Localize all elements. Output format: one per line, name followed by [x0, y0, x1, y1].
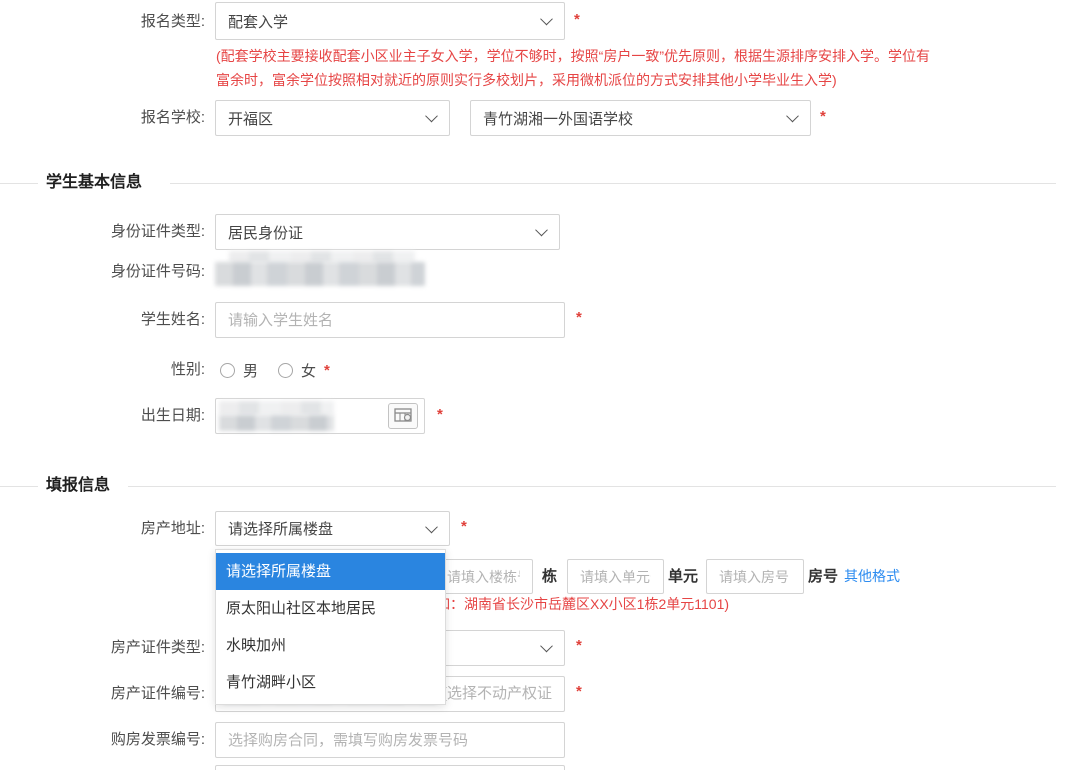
property-address-select[interactable]: 请选择所属楼盘	[215, 511, 450, 546]
reg-school-required-mark: *	[820, 108, 826, 125]
birth-date-input[interactable]	[215, 398, 425, 434]
property-address-dropdown: 请选择所属楼盘 原太阳山社区本地居民 水映加州 青竹湖畔小区	[215, 549, 446, 705]
cert-no-placeholder-fragment: (选择不动产权证	[442, 677, 552, 711]
gender-female-radio[interactable]	[278, 363, 293, 378]
student-name-label: 学生姓名:	[0, 302, 205, 338]
reg-type-note-line1: (配套学校主要接收配套小区业主子女入学，学位不够时，按照“房户一致”优先原则，根…	[216, 44, 930, 68]
chevron-down-icon	[425, 520, 438, 533]
property-address-value: 请选择所属楼盘	[228, 518, 333, 539]
cert-type-required-mark: *	[576, 637, 582, 654]
section-line-left	[0, 183, 38, 184]
reg-type-note-line2: 富余时，富余学位按照相对就近的原则实行多校划片，采用微机派位的方式安排其他小学毕…	[216, 68, 837, 92]
id-type-value: 居民身份证	[228, 222, 303, 243]
cert-type-label: 房产证件类型:	[0, 630, 205, 666]
cert-no-label: 房产证件编号:	[0, 676, 205, 712]
building-unit-label: 栋	[542, 559, 557, 594]
id-type-select[interactable]: 居民身份证	[215, 214, 560, 250]
birth-date-masked-value	[219, 401, 334, 415]
birth-date-required-mark: *	[437, 406, 443, 423]
chevron-down-icon	[535, 224, 548, 237]
id-number-label: 身份证件号码:	[0, 254, 205, 290]
dropdown-option-qingzhuhupan[interactable]: 青竹湖畔小区	[216, 664, 445, 701]
chevron-down-icon	[540, 640, 553, 653]
address-example-hint: 如：湖南省长沙市岳麓区XX小区1栋2单元1101)	[436, 595, 729, 613]
gender-male-option-label: 男	[243, 360, 258, 381]
reg-school-district-value: 开福区	[228, 108, 273, 129]
section-title-fill-info: 填报信息	[46, 473, 110, 499]
room-number-input[interactable]	[706, 559, 804, 594]
reg-type-select[interactable]: 配套入学	[215, 2, 565, 40]
reg-school-school-value: 青竹湖湘一外国语学校	[483, 108, 633, 129]
invoice-input[interactable]	[215, 722, 565, 758]
reg-type-required-mark: *	[574, 11, 580, 28]
gender-label: 性别:	[0, 352, 205, 388]
id-number-masked-value	[215, 262, 425, 286]
invoice-label: 购房发票编号:	[0, 722, 205, 758]
section-line-left	[0, 486, 38, 487]
unit-label: 单元	[668, 559, 698, 594]
reg-type-value: 配套入学	[228, 11, 288, 32]
gender-radio-group: 男 女 *	[220, 352, 330, 388]
chevron-down-icon	[540, 13, 553, 26]
section-line-right	[170, 183, 1056, 184]
chevron-down-icon	[425, 110, 438, 123]
student-name-input[interactable]	[215, 302, 565, 338]
next-field-partial[interactable]	[215, 765, 565, 770]
id-type-label: 身份证件类型:	[0, 214, 205, 250]
dropdown-option-shuiyingjiazhou[interactable]: 水映加州	[216, 627, 445, 664]
enrollment-form-page: 报名类型: 配套入学 * (配套学校主要接收配套小区业主子女入学，学位不够时，按…	[0, 0, 1080, 770]
gender-required-mark: *	[324, 362, 330, 379]
cert-no-required-mark: *	[576, 683, 582, 700]
room-label: 房号	[808, 559, 838, 594]
student-name-required-mark: *	[576, 309, 582, 326]
dropdown-option-placeholder[interactable]: 请选择所属楼盘	[216, 553, 445, 590]
chevron-down-icon	[786, 110, 799, 123]
gender-female-option-label: 女	[301, 360, 316, 381]
reg-school-district-select[interactable]: 开福区	[215, 100, 450, 136]
section-title-student-info: 学生基本信息	[46, 170, 142, 196]
reg-school-school-select[interactable]: 青竹湖湘一外国语学校	[470, 100, 811, 136]
building-number-input[interactable]	[434, 559, 533, 594]
section-line-right	[128, 486, 1056, 487]
property-address-required-mark: *	[461, 518, 467, 535]
dropdown-option-taiyangshan[interactable]: 原太阳山社区本地居民	[216, 590, 445, 627]
calendar-icon[interactable]	[388, 403, 418, 429]
birth-date-label: 出生日期:	[0, 398, 205, 434]
other-format-link[interactable]: 其他格式	[844, 559, 900, 594]
birth-date-masked-value	[219, 415, 334, 431]
reg-type-label: 报名类型:	[0, 3, 205, 40]
property-address-label: 房产地址:	[0, 511, 205, 546]
unit-number-input[interactable]	[567, 559, 664, 594]
gender-male-radio[interactable]	[220, 363, 235, 378]
reg-school-label: 报名学校:	[0, 100, 205, 136]
